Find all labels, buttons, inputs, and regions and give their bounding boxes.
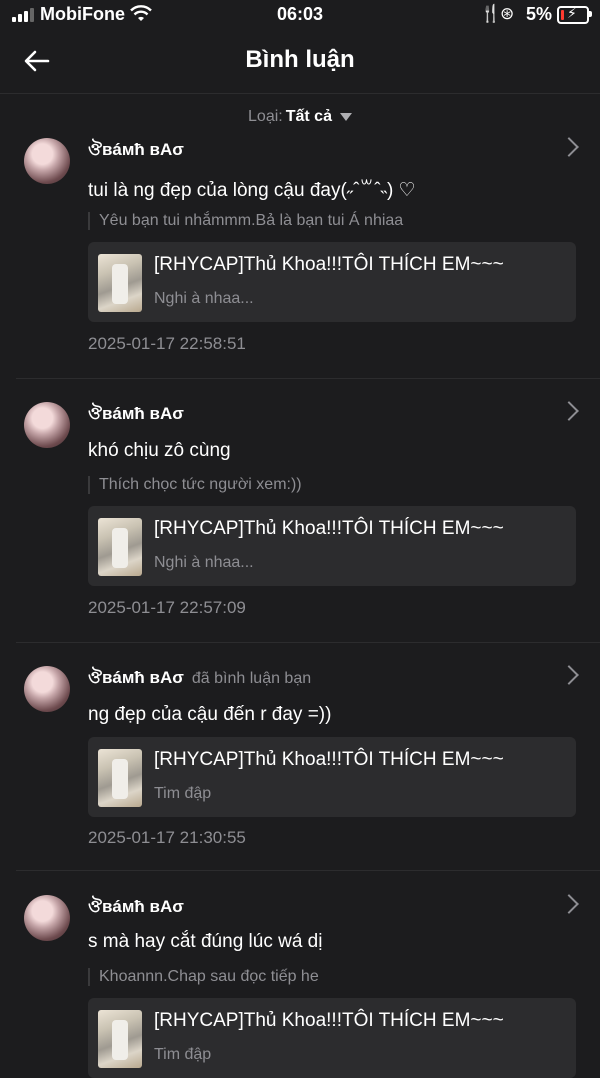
quoted-comment: Khoannn.Chap sau đọc tiếp he xyxy=(88,968,319,986)
comment-item[interactable]: ঔвáмħ вΑσ đã bình luận bạn ng đẹp của cậu… xyxy=(0,662,600,870)
comment-text: ng đẹp của cậu đến r đay =)) xyxy=(88,704,332,725)
comment-text: khó chịu zô cùng xyxy=(88,440,231,461)
story-card[interactable]: [RHYCAP]Thủ Khoa!!!TÔI THÍCH EM~~~ Tim đ… xyxy=(88,998,576,1078)
username[interactable]: ঔвáмħ вΑσ xyxy=(88,137,184,165)
story-title: [RHYCAP]Thủ Khoa!!!TÔI THÍCH EM~~~ xyxy=(154,749,504,770)
username[interactable]: ঔвáмħ вΑσ xyxy=(88,894,184,922)
chevron-right-icon[interactable] xyxy=(559,665,579,685)
comment-timestamp: 2025-01-17 22:58:51 xyxy=(88,334,246,353)
story-thumbnail xyxy=(98,749,142,807)
nav-header: Bình luận xyxy=(0,30,600,94)
battery-icon: ⚡ xyxy=(557,5,589,24)
filter-value: Tất cả xyxy=(285,108,332,125)
story-thumbnail xyxy=(98,254,142,312)
story-thumbnail xyxy=(98,1010,142,1068)
battery-tip xyxy=(589,11,592,17)
comment-timestamp: 2025-01-17 21:30:55 xyxy=(88,828,246,847)
divider xyxy=(16,870,600,871)
quoted-comment: Thích chọc tức người xem:)) xyxy=(88,476,302,494)
battery-percent: 5% xyxy=(526,4,553,24)
story-chapter: Tim đập xyxy=(154,1046,212,1063)
username[interactable]: ঔвáмħ вΑσ đã bình luận bạn xyxy=(88,665,311,693)
comment-text: s mà hay cắt đúng lúc wá dị xyxy=(88,931,323,952)
avatar[interactable] xyxy=(24,402,70,448)
action-text: đã bình luận bạn xyxy=(191,670,312,687)
status-bar: MobiFone 06:03 🍴 ⊛ 5% ⚡ xyxy=(0,0,600,30)
avatar[interactable] xyxy=(24,895,70,941)
story-chapter: Tim đập xyxy=(154,785,212,802)
quoted-comment: Yêu bạn tui nhắmmm.Bả là bạn tui Á nhiaa xyxy=(88,212,403,230)
story-card[interactable]: [RHYCAP]Thủ Khoa!!!TÔI THÍCH EM~~~ Tim đ… xyxy=(88,737,576,817)
type-filter[interactable]: Loại: Tất cả xyxy=(0,108,600,126)
story-title: [RHYCAP]Thủ Khoa!!!TÔI THÍCH EM~~~ xyxy=(154,254,504,275)
comment-item[interactable]: ঔвáмħ вΑσ s mà hay cắt đúng lúc wá dị Kh… xyxy=(0,891,600,1078)
chevron-right-icon[interactable] xyxy=(559,137,579,157)
divider xyxy=(16,642,600,643)
username[interactable]: ঔвáмħ вΑσ xyxy=(88,401,184,429)
chevron-right-icon[interactable] xyxy=(559,401,579,421)
filter-label: Loại: xyxy=(248,108,283,125)
page-title: Bình luận xyxy=(245,46,355,73)
fork-knife-icon: 🍴 xyxy=(480,4,502,23)
story-chapter: Nghi à nhaa... xyxy=(154,554,254,571)
avatar[interactable] xyxy=(24,138,70,184)
comment-item[interactable]: ঔвáмħ вΑσ tui là ng đẹp của lòng cậu đay… xyxy=(0,134,600,378)
caret-down-icon xyxy=(339,112,352,121)
comment-timestamp: 2025-01-17 22:57:09 xyxy=(88,598,246,617)
story-card[interactable]: [RHYCAP]Thủ Khoa!!!TÔI THÍCH EM~~~ Nghi … xyxy=(88,506,576,586)
comment-item[interactable]: ঔвáмħ вΑσ khó chịu zô cùng Thích chọc tứ… xyxy=(0,398,600,642)
story-chapter: Nghi à nhaa... xyxy=(154,290,254,307)
rotation-lock-icon: ⊛ xyxy=(500,4,515,23)
story-card[interactable]: [RHYCAP]Thủ Khoa!!!TÔI THÍCH EM~~~ Nghi … xyxy=(88,242,576,322)
story-title: [RHYCAP]Thủ Khoa!!!TÔI THÍCH EM~~~ xyxy=(154,518,504,539)
avatar[interactable] xyxy=(24,666,70,712)
divider xyxy=(16,378,600,379)
story-thumbnail xyxy=(98,518,142,576)
story-title: [RHYCAP]Thủ Khoa!!!TÔI THÍCH EM~~~ xyxy=(154,1010,504,1031)
chevron-right-icon[interactable] xyxy=(559,894,579,914)
comment-text: tui là ng đẹp của lòng cậu đay(˶ˆ꒳ˆ˵) ♡ xyxy=(88,180,416,201)
